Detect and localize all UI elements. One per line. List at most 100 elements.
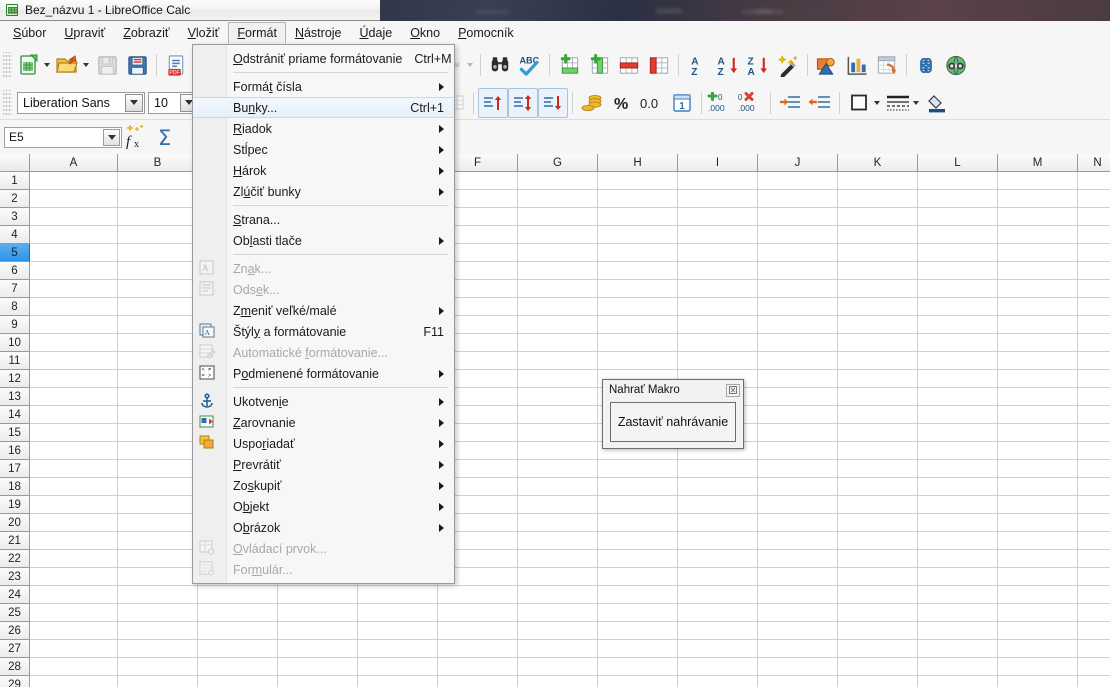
cell-E25[interactable] [358, 604, 438, 622]
row-header-24[interactable]: 24 [0, 586, 30, 604]
cell-B11[interactable] [118, 352, 198, 370]
cell-B20[interactable] [118, 514, 198, 532]
cell-H17[interactable] [598, 460, 678, 478]
row-header-23[interactable]: 23 [0, 568, 30, 586]
cell-K22[interactable] [838, 550, 918, 568]
cell-B24[interactable] [118, 586, 198, 604]
cell-H20[interactable] [598, 514, 678, 532]
row-header-9[interactable]: 9 [0, 316, 30, 334]
cell-C25[interactable] [198, 604, 278, 622]
column-header-N[interactable]: N [1078, 154, 1110, 172]
cell-A11[interactable] [30, 352, 118, 370]
cell-M17[interactable] [998, 460, 1078, 478]
cell-C28[interactable] [198, 658, 278, 676]
cell-M9[interactable] [998, 316, 1078, 334]
row-header-17[interactable]: 17 [0, 460, 30, 478]
cell-B9[interactable] [118, 316, 198, 334]
cell-G1[interactable] [518, 172, 598, 190]
cell-N14[interactable] [1078, 406, 1110, 424]
cell-L9[interactable] [918, 316, 998, 334]
cell-D26[interactable] [278, 622, 358, 640]
cell-B2[interactable] [118, 190, 198, 208]
cell-N24[interactable] [1078, 586, 1110, 604]
cell-A13[interactable] [30, 388, 118, 406]
cell-H21[interactable] [598, 532, 678, 550]
cell-I25[interactable] [678, 604, 758, 622]
cell-J12[interactable] [758, 370, 838, 388]
cell-K1[interactable] [838, 172, 918, 190]
cell-I10[interactable] [678, 334, 758, 352]
sort-icon[interactable]: A Z [683, 50, 713, 80]
cell-K27[interactable] [838, 640, 918, 658]
cell-M4[interactable] [998, 226, 1078, 244]
macro-recording-dialog[interactable]: Nahrať Makro Zastaviť nahrávanie [602, 379, 744, 449]
cell-N8[interactable] [1078, 298, 1110, 316]
cell-C29[interactable] [198, 676, 278, 687]
cell-L19[interactable] [918, 496, 998, 514]
border-style-icon[interactable] [883, 88, 913, 118]
row-header-29[interactable]: 29 [0, 676, 30, 687]
cell-I26[interactable] [678, 622, 758, 640]
cell-N3[interactable] [1078, 208, 1110, 226]
sort-ascending-icon[interactable]: A Z [713, 50, 743, 80]
cell-L20[interactable] [918, 514, 998, 532]
cell-N29[interactable] [1078, 676, 1110, 687]
cell-A5[interactable] [30, 244, 118, 262]
cell-G2[interactable] [518, 190, 598, 208]
format-menu-item-usporiada[interactable]: Usporiadať [193, 433, 454, 454]
cell-D24[interactable] [278, 586, 358, 604]
cell-B4[interactable] [118, 226, 198, 244]
row-header-11[interactable]: 11 [0, 352, 30, 370]
cell-L28[interactable] [918, 658, 998, 676]
cell-M12[interactable] [998, 370, 1078, 388]
cell-I19[interactable] [678, 496, 758, 514]
cell-B19[interactable] [118, 496, 198, 514]
format-menu-item-riadok[interactable]: Riadok [193, 118, 454, 139]
cell-G15[interactable] [518, 424, 598, 442]
format-percent-icon[interactable]: % [607, 88, 637, 118]
cell-H27[interactable] [598, 640, 678, 658]
cell-B7[interactable] [118, 280, 198, 298]
cell-I3[interactable] [678, 208, 758, 226]
cell-A19[interactable] [30, 496, 118, 514]
align-bottom-icon[interactable] [538, 87, 568, 118]
format-menu-item-ukotvenie[interactable]: Ukotvenie [193, 391, 454, 412]
cell-K18[interactable] [838, 478, 918, 496]
cell-J15[interactable] [758, 424, 838, 442]
cell-M1[interactable] [998, 172, 1078, 190]
cell-E29[interactable] [358, 676, 438, 687]
cell-N1[interactable] [1078, 172, 1110, 190]
cell-L25[interactable] [918, 604, 998, 622]
cell-F29[interactable] [438, 676, 518, 687]
cell-M5[interactable] [998, 244, 1078, 262]
cell-N5[interactable] [1078, 244, 1110, 262]
cell-I28[interactable] [678, 658, 758, 676]
cell-B8[interactable] [118, 298, 198, 316]
increase-indent-icon[interactable] [775, 88, 805, 118]
open-document-icon[interactable] [53, 50, 83, 80]
cell-M23[interactable] [998, 568, 1078, 586]
cell-K12[interactable] [838, 370, 918, 388]
cell-E26[interactable] [358, 622, 438, 640]
cell-M18[interactable] [998, 478, 1078, 496]
cell-J5[interactable] [758, 244, 838, 262]
cell-B23[interactable] [118, 568, 198, 586]
insert-row-icon[interactable] [554, 50, 584, 80]
cell-J7[interactable] [758, 280, 838, 298]
cell-G10[interactable] [518, 334, 598, 352]
cell-H6[interactable] [598, 262, 678, 280]
cell-M24[interactable] [998, 586, 1078, 604]
cell-A4[interactable] [30, 226, 118, 244]
column-header-G[interactable]: G [518, 154, 598, 172]
cell-M25[interactable] [998, 604, 1078, 622]
cell-H11[interactable] [598, 352, 678, 370]
cell-B12[interactable] [118, 370, 198, 388]
cell-L7[interactable] [918, 280, 998, 298]
cell-N15[interactable] [1078, 424, 1110, 442]
cell-N18[interactable] [1078, 478, 1110, 496]
cell-L29[interactable] [918, 676, 998, 687]
row-header-2[interactable]: 2 [0, 190, 30, 208]
insert-image-icon[interactable] [812, 50, 842, 80]
cell-K6[interactable] [838, 262, 918, 280]
cell-M15[interactable] [998, 424, 1078, 442]
